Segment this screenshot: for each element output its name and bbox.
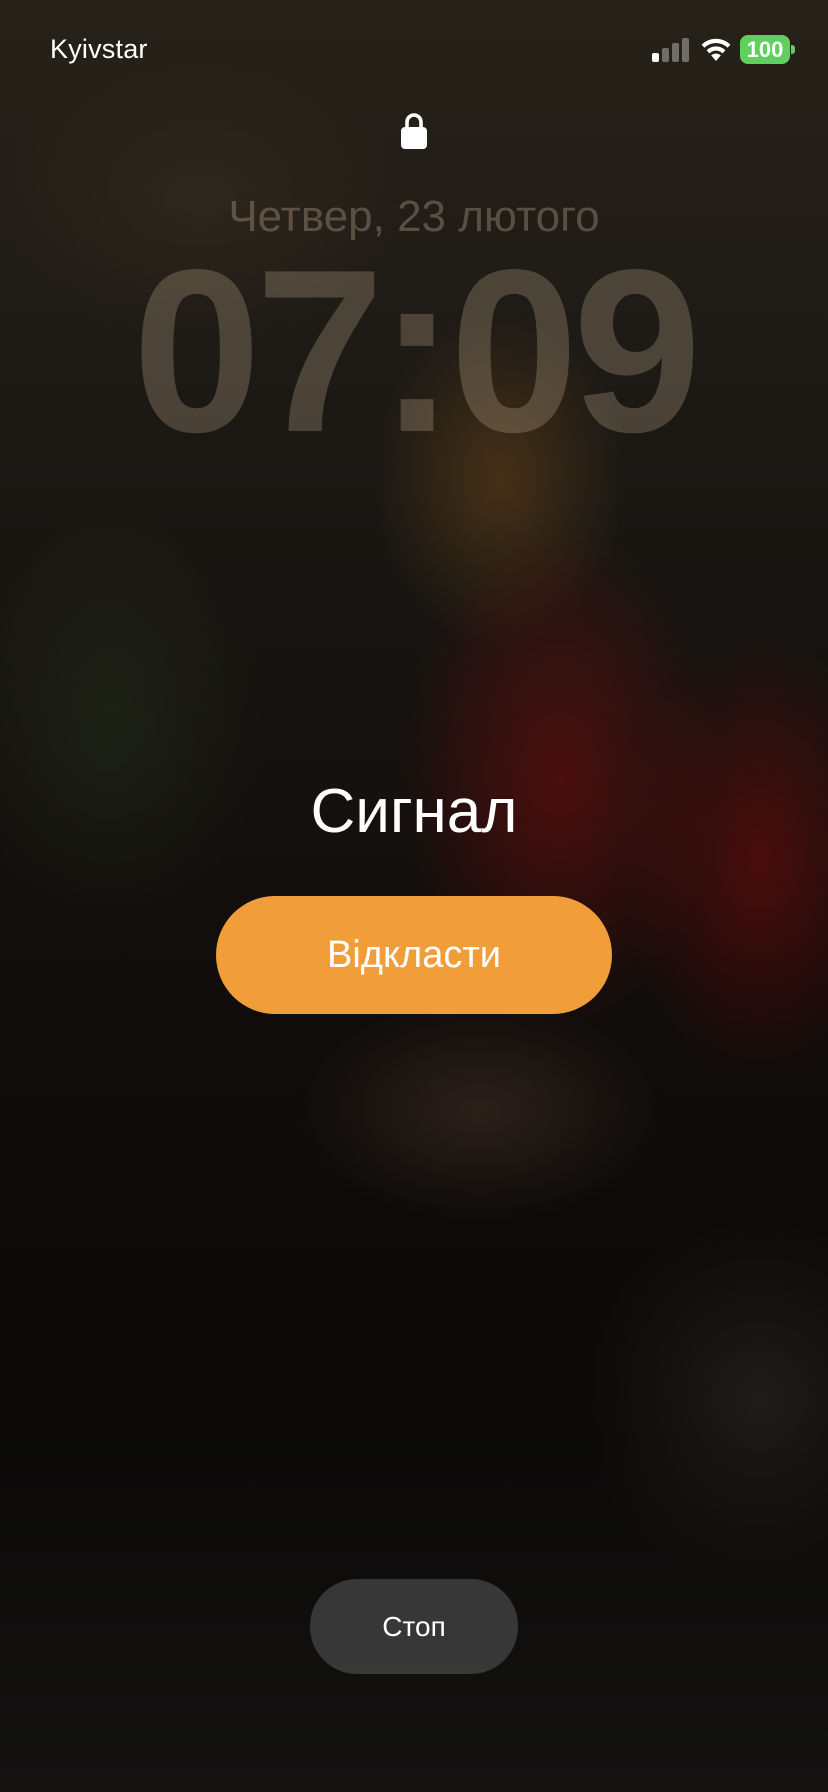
lock-icon [401, 113, 427, 149]
alarm-label: Сигнал [310, 777, 518, 846]
cellular-signal-icon [652, 36, 690, 62]
battery-level: 100 [740, 35, 790, 64]
lock-screen: Kyivstar 100 Четвер, 23 лютого 07:09 Сиг… [0, 0, 828, 1792]
battery-icon: 100 [740, 35, 795, 64]
wifi-icon [701, 38, 731, 61]
snooze-button[interactable]: Відкласти [216, 896, 612, 1014]
lock-screen-time: 07:09 [132, 222, 701, 481]
status-bar: Kyivstar 100 [0, 0, 828, 100]
stop-button[interactable]: Стоп [310, 1579, 518, 1674]
carrier-name: Kyivstar [50, 34, 148, 64]
